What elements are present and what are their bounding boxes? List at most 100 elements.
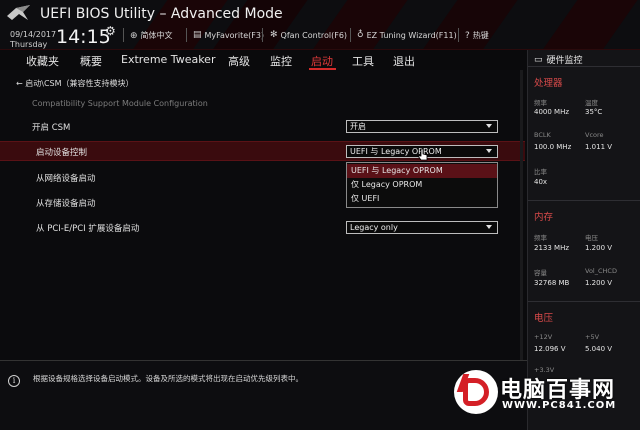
watermark-url: WWW.PC841.COM — [502, 400, 617, 411]
memory-section-title: 内存 — [534, 212, 554, 223]
myfavorite-label: MyFavorite(F3) — [204, 30, 265, 40]
monitor-title: ▭ 硬件监控 — [534, 53, 583, 67]
help-bar: i 根据设备规格选择设备启动模式。设备及所选的模式将出现在启动优先级列表中。 — [0, 360, 527, 430]
vol-chcd-value: 1.200 V — [585, 279, 613, 287]
vcore-value: 1.011 V — [585, 143, 613, 151]
tab-main[interactable]: 概要 — [80, 53, 102, 69]
monitor-title-text: 硬件监控 — [546, 56, 583, 66]
v5-value: 5.040 V — [585, 345, 613, 353]
bulb-icon: ♁ — [357, 30, 364, 40]
header-stripe — [312, 0, 408, 49]
setting-label-boot-from-network: 从网络设备启动 — [36, 174, 96, 184]
header-separator — [458, 28, 459, 42]
monitor-screen-icon: ▭ — [534, 54, 543, 65]
tab-exit[interactable]: 退出 — [393, 53, 415, 69]
bclk-value: 100.0 MHz — [534, 143, 572, 151]
hotkey-button[interactable]: ? 热键 — [465, 30, 489, 41]
v5-label: +5V — [585, 333, 600, 341]
tab-monitor[interactable]: 监控 — [270, 53, 292, 69]
watermark-logo-icon — [454, 370, 498, 414]
myfavorite-button[interactable]: ▤ MyFavorite(F3) — [193, 30, 264, 40]
cpu-freq-value: 4000 MHz — [534, 108, 570, 116]
mem-volt-label: 电压 — [585, 234, 598, 242]
vol-chcd-label: Vol_CHCD — [585, 267, 617, 275]
enable-csm-select[interactable]: 开启 — [346, 120, 498, 133]
title-bar: UEFI BIOS Utility – Advanced Mode 09/14/… — [0, 0, 640, 50]
chevron-down-icon — [486, 124, 492, 128]
header-separator — [350, 28, 351, 42]
setting-label-boot-from-storage: 从存储设备启动 — [36, 199, 96, 209]
setting-label-boot-device-control: 启动设备控制 — [36, 148, 88, 158]
clock-time: 14:15 — [56, 26, 111, 48]
bios-title: UEFI BIOS Utility – Advanced Mode — [40, 6, 283, 22]
mem-volt-value: 1.200 V — [585, 244, 613, 252]
chevron-down-icon — [486, 149, 492, 153]
section-divider — [528, 301, 640, 302]
option-uefi-only[interactable]: 仅 UEFI — [347, 192, 497, 206]
date-text: 09/14/2017 — [10, 30, 57, 39]
mem-capacity-value: 32768 MB — [534, 279, 570, 287]
bclk-label: BCLK — [534, 131, 551, 139]
boot-from-pcie-value: Legacy only — [350, 223, 398, 232]
v12-label: +12V — [534, 333, 553, 341]
tab-extreme-tweaker[interactable]: Extreme Tweaker — [121, 53, 215, 66]
help-text: 根据设备规格选择设备启动模式。设备及所选的模式将出现在启动优先级列表中。 — [33, 374, 303, 383]
header-separator — [123, 28, 124, 42]
main-scrollbar[interactable] — [520, 70, 523, 360]
main-content: ← 启动\CSM（兼容性支持模块） Compatibility Support … — [0, 70, 525, 360]
tab-favorites[interactable]: 收藏夹 — [26, 53, 59, 69]
mem-capacity-label: 容量 — [534, 269, 547, 277]
globe-icon: ⊕ — [130, 30, 138, 41]
favorite-icon: ▤ — [193, 30, 202, 40]
breadcrumb[interactable]: ← 启动\CSM（兼容性支持模块） — [16, 78, 134, 89]
setting-label-enable-csm: 开启 CSM — [32, 123, 71, 133]
header-stripe — [422, 0, 518, 49]
cpu-section-title: 处理器 — [534, 78, 563, 89]
vcore-label: Vcore — [585, 131, 604, 139]
day-text: Thursday — [10, 40, 48, 49]
rog-logo-icon — [7, 5, 30, 20]
language-label: 简体中文 — [140, 31, 173, 40]
back-arrow-icon[interactable]: ← — [16, 79, 23, 88]
hotkey-icon: ? — [465, 30, 470, 41]
clock-settings-gear-icon[interactable]: ⚙ — [105, 24, 116, 38]
section-divider — [528, 200, 640, 201]
cpu-temp-value: 35°C — [585, 108, 603, 116]
date-display: 09/14/2017 Thursday — [10, 30, 57, 49]
language-button[interactable]: ⊕ 简体中文 — [130, 30, 173, 41]
boot-from-pcie-select[interactable]: Legacy only — [346, 221, 498, 234]
main-menu-bar: 收藏夹 概要 Extreme Tweaker 高级 监控 启动 工具 退出 — [0, 50, 528, 70]
watermark-logo-ring — [463, 378, 489, 406]
qfan-control-button[interactable]: ✻ Qfan Control(F6) — [270, 30, 347, 40]
ez-tuning-label: EZ Tuning Wizard(F11) — [366, 30, 457, 40]
mem-freq-value: 2133 MHz — [534, 244, 570, 252]
fan-icon: ✻ — [270, 30, 278, 40]
header-stripe — [542, 0, 638, 49]
section-divider — [528, 66, 640, 67]
tab-boot[interactable]: 启动 — [311, 53, 333, 69]
boot-device-control-options: UEFI 与 Legacy OPROM 仅 Legacy OPROM 仅 UEF… — [346, 162, 498, 208]
ratio-value: 40x — [534, 178, 548, 186]
mem-freq-label: 频率 — [534, 234, 547, 242]
option-uefi-and-legacy[interactable]: UEFI 与 Legacy OPROM — [347, 164, 497, 178]
setting-label-boot-from-pcie: 从 PCI-E/PCI 扩展设备启动 — [36, 224, 140, 234]
mouse-cursor-icon — [417, 148, 428, 161]
tab-tool[interactable]: 工具 — [352, 53, 374, 69]
info-icon: i — [8, 375, 20, 387]
qfan-label: Qfan Control(F6) — [280, 30, 348, 40]
tab-advanced[interactable]: 高级 — [228, 53, 250, 69]
header-separator — [262, 28, 263, 42]
v12-value: 12.096 V — [534, 345, 566, 353]
hotkey-label: 热键 — [472, 31, 489, 40]
ratio-label: 比率 — [534, 168, 547, 176]
cpu-temp-label: 温度 — [585, 99, 598, 107]
voltage-section-title: 电压 — [534, 313, 554, 324]
cpu-freq-label: 频率 — [534, 99, 547, 107]
header-separator — [186, 28, 187, 42]
option-legacy-only[interactable]: 仅 Legacy OPROM — [347, 178, 497, 192]
page-subtitle: Compatibility Support Module Configurati… — [32, 99, 208, 108]
enable-csm-value: 开启 — [350, 122, 366, 131]
breadcrumb-label: 启动\CSM（兼容性支持模块） — [25, 79, 134, 88]
ez-tuning-wizard-button[interactable]: ♁ EZ Tuning Wizard(F11) — [357, 30, 457, 40]
chevron-down-icon — [486, 225, 492, 229]
